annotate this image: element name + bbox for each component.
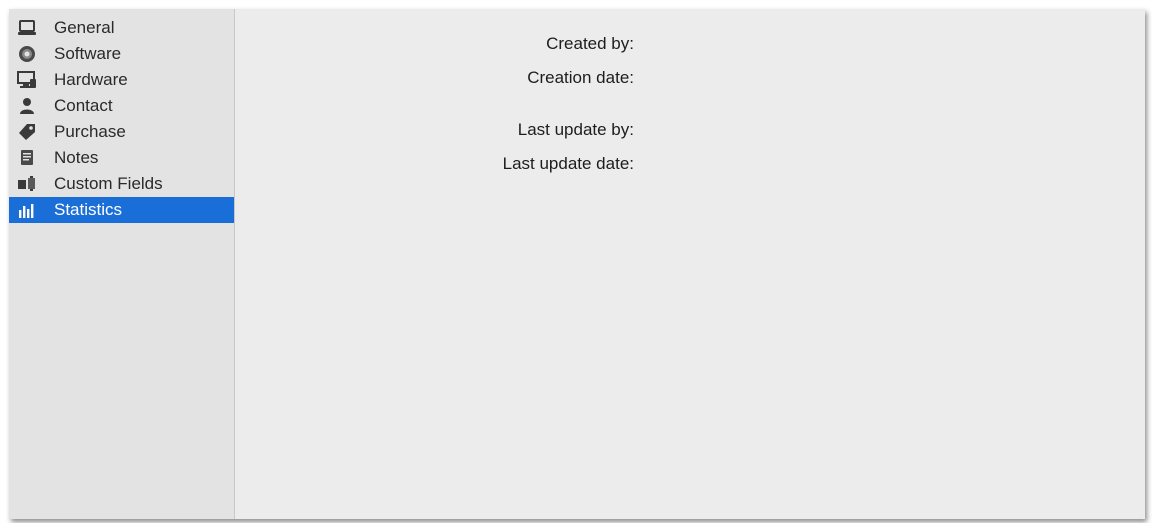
sidebar-item-label: Hardware	[54, 70, 128, 89]
sidebar-item-label: Statistics	[54, 200, 123, 219]
last-update-by-label: Last update by:	[517, 120, 634, 139]
sidebar-item-software[interactable]: Software	[9, 41, 234, 67]
last-update-date-label: Last update date:	[502, 154, 634, 173]
sidebar-item-label: Purchase	[54, 122, 126, 141]
custom-fields-icon	[17, 174, 37, 194]
sidebar-item-label: Contact	[54, 96, 113, 115]
sidebar-item-general[interactable]: General	[9, 15, 234, 41]
disc-icon	[17, 44, 37, 64]
hardware-monitor-icon	[17, 70, 37, 90]
creation-date-label: Creation date:	[527, 68, 634, 87]
inspector-window: General Software Hardware Contact Purcha…	[9, 9, 1145, 519]
price-tag-icon	[17, 122, 37, 142]
sidebar-item-label: Notes	[54, 148, 99, 167]
bar-chart-icon	[17, 200, 37, 220]
sidebar-list: General Software Hardware Contact Purcha…	[9, 15, 234, 223]
sidebar-item-custom-fields[interactable]: Custom Fields	[9, 171, 234, 197]
sidebar-item-contact[interactable]: Contact	[9, 93, 234, 119]
sidebar-item-hardware[interactable]: Hardware	[9, 67, 234, 93]
notepad-icon	[17, 148, 37, 168]
person-icon	[17, 96, 37, 116]
statistics-panel: Created by: Creation date: Last update b…	[235, 9, 1145, 519]
sidebar-item-label: General	[54, 18, 115, 37]
sidebar-item-label: Software	[54, 44, 122, 63]
sidebar-item-statistics[interactable]: Statistics	[9, 197, 234, 223]
sidebar-item-notes[interactable]: Notes	[9, 145, 234, 171]
sidebar-item-purchase[interactable]: Purchase	[9, 119, 234, 145]
laptop-icon	[17, 18, 37, 38]
sidebar-item-label: Custom Fields	[54, 174, 163, 193]
created-by-label: Created by:	[546, 34, 634, 53]
sidebar: General Software Hardware Contact Purcha…	[9, 9, 235, 519]
